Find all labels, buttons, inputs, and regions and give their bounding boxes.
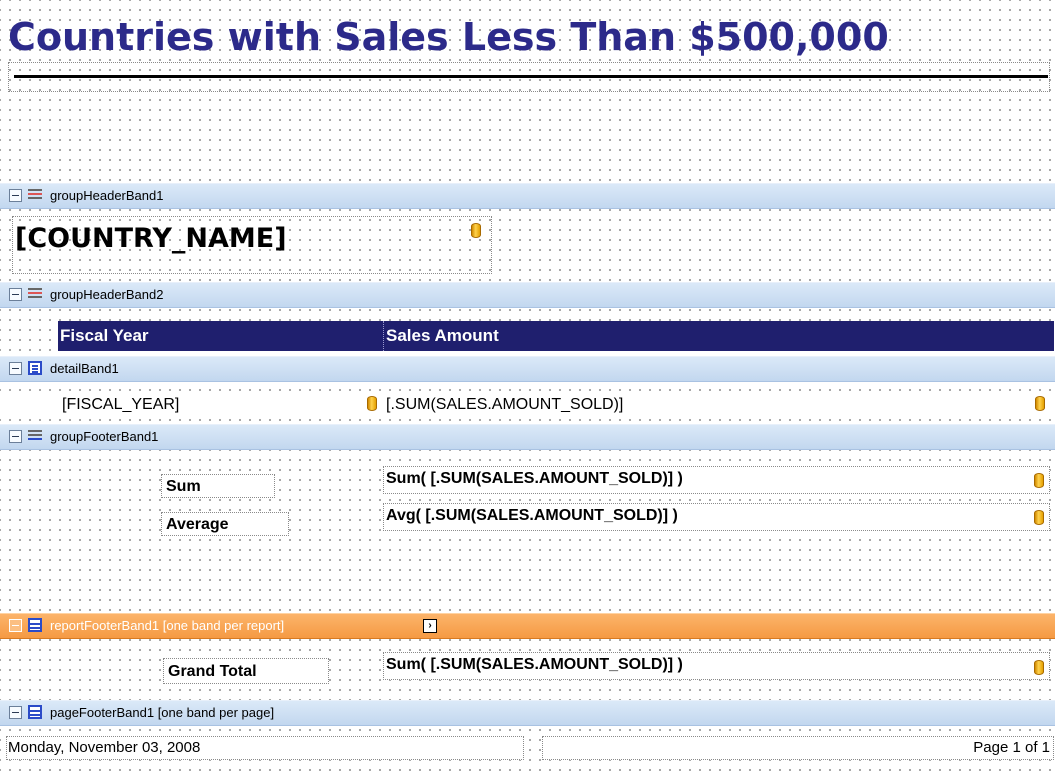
detail-band-icon xyxy=(28,361,42,375)
header-sales-amount[interactable]: Sales Amount xyxy=(384,321,1054,351)
sum-label-box[interactable]: Sum xyxy=(161,474,275,498)
header-fiscal-year[interactable]: Fiscal Year xyxy=(58,321,384,351)
grand-total-expression-box[interactable]: Sum( [.SUM(SALES.AMOUNT_SOLD)] ) xyxy=(383,652,1050,680)
country-name-label: [COUNTRY_NAME] xyxy=(15,223,287,254)
minus-box-icon[interactable] xyxy=(9,706,22,719)
fiscal-year-field[interactable]: [FISCAL_YEAR] xyxy=(62,396,179,414)
date-text: Monday, November 03, 2008 xyxy=(8,739,201,756)
report-title[interactable]: Countries with Sales Less Than $500,000 xyxy=(8,12,1048,62)
band-group-header-1[interactable]: groupHeaderBand1 xyxy=(0,183,1055,209)
report-footer-icon xyxy=(28,618,42,632)
average-label: Average xyxy=(166,516,229,533)
band-group-footer-1[interactable]: groupFooterBand1 xyxy=(0,424,1055,450)
date-field[interactable]: Monday, November 03, 2008 xyxy=(6,736,524,760)
smart-tag-icon[interactable]: › xyxy=(423,619,437,633)
band-group-header-2[interactable]: groupHeaderBand2 xyxy=(0,282,1055,308)
database-icon[interactable] xyxy=(1034,473,1044,488)
sum-expression-box[interactable]: Sum( [.SUM(SALES.AMOUNT_SOLD)] ) xyxy=(383,466,1050,494)
database-icon[interactable] xyxy=(1034,510,1044,525)
average-expression: Avg( [.SUM(SALES.AMOUNT_SOLD)] ) xyxy=(386,507,678,524)
band-label: groupFooterBand1 xyxy=(50,429,159,444)
average-expression-box[interactable]: Avg( [.SUM(SALES.AMOUNT_SOLD)] ) xyxy=(383,503,1050,531)
table-header-row[interactable]: Fiscal Year Sales Amount xyxy=(58,321,1054,351)
database-icon[interactable] xyxy=(1034,660,1044,675)
band-label: reportFooterBand1 [one band per report] xyxy=(50,618,285,633)
database-icon[interactable] xyxy=(367,396,377,411)
minus-box-icon[interactable] xyxy=(9,430,22,443)
page-number-text: Page 1 of 1 xyxy=(973,739,1050,756)
minus-box-icon[interactable] xyxy=(9,362,22,375)
group-footer-icon xyxy=(28,429,42,443)
minus-box-icon[interactable] xyxy=(9,189,22,202)
sum-expression: Sum( [.SUM(SALES.AMOUNT_SOLD)] ) xyxy=(386,470,683,487)
title-underline[interactable] xyxy=(14,75,1048,78)
grand-total-label: Grand Total xyxy=(168,663,257,680)
detail-row[interactable]: [FISCAL_YEAR] [.SUM(SALES.AMOUNT_SOLD)] xyxy=(0,393,1055,417)
group-header-icon xyxy=(28,188,42,202)
band-label: pageFooterBand1 [one band per page] xyxy=(50,705,275,720)
database-icon[interactable] xyxy=(471,223,481,238)
band-detail[interactable]: detailBand1 xyxy=(0,356,1055,382)
average-label-box[interactable]: Average xyxy=(161,512,289,536)
page-number-field[interactable]: Page 1 of 1 xyxy=(542,736,1054,760)
band-page-footer[interactable]: pageFooterBand1 [one band per page] xyxy=(0,700,1055,726)
band-label: groupHeaderBand2 xyxy=(50,287,164,302)
amount-field[interactable]: [.SUM(SALES.AMOUNT_SOLD)] xyxy=(386,396,623,414)
page-footer-icon xyxy=(28,705,42,719)
band-label: groupHeaderBand1 xyxy=(50,188,164,203)
group-header-icon xyxy=(28,287,42,301)
country-name-field[interactable]: [COUNTRY_NAME] xyxy=(12,216,492,274)
band-label: detailBand1 xyxy=(50,361,119,376)
grand-total-expression: Sum( [.SUM(SALES.AMOUNT_SOLD)] ) xyxy=(386,656,683,673)
sum-label: Sum xyxy=(166,478,201,495)
grand-total-label-box[interactable]: Grand Total xyxy=(163,658,329,684)
database-icon[interactable] xyxy=(1035,396,1045,411)
band-report-footer[interactable]: reportFooterBand1 [one band per report] … xyxy=(0,613,1055,639)
minus-box-icon[interactable] xyxy=(9,619,22,632)
minus-box-icon[interactable] xyxy=(9,288,22,301)
